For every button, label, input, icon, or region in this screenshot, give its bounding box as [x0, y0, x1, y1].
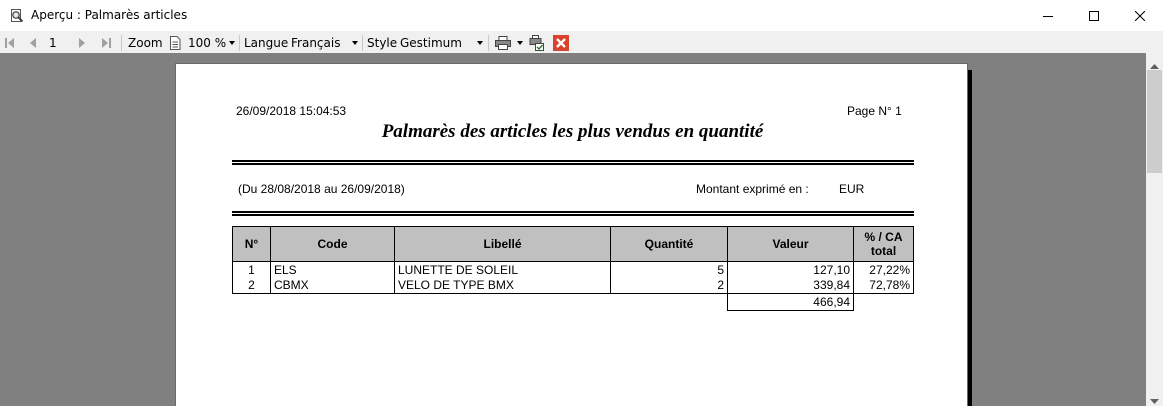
col-header-pct-line2: total: [870, 244, 897, 258]
cell-no: 1: [232, 261, 271, 278]
close-preview-icon[interactable]: [553, 32, 569, 54]
next-page-icon[interactable]: [78, 32, 86, 54]
scrollbar-thumb[interactable]: [1147, 70, 1162, 173]
empty-cell: [271, 294, 395, 311]
first-page-icon[interactable]: [5, 32, 15, 54]
print-setup-icon[interactable]: [529, 32, 545, 54]
total-row: 466,94: [233, 293, 914, 311]
print-dropdown-icon[interactable]: [517, 41, 523, 45]
cell-quantite: 2: [610, 277, 728, 294]
report-period: (Du 28/08/2018 au 26/09/2018): [238, 182, 405, 196]
cell-valeur: 127,10: [727, 261, 854, 278]
last-page-icon[interactable]: [101, 32, 111, 54]
col-header-pct: % / CA total: [853, 226, 914, 262]
style-select[interactable]: Gestimum: [400, 32, 462, 54]
toolbar-separator: [239, 35, 240, 51]
table-row: 1 ELS LUNETTE DE SOLEIL 5 127,10 27,22%: [232, 261, 914, 278]
cell-pct: 72,78%: [853, 277, 914, 294]
preview-viewport: 26/09/2018 15:04:53 Page N° 1 Palmarès d…: [0, 53, 1146, 406]
cell-quantite: 5: [610, 261, 728, 278]
preview-magnifier-icon: [9, 8, 25, 24]
scroll-down-icon[interactable]: [1150, 394, 1159, 406]
zoom-label: Zoom: [128, 36, 163, 50]
cell-libelle: LUNETTE DE SOLEIL: [394, 261, 611, 278]
report-datetime: 26/09/2018 15:04:53: [236, 104, 347, 118]
col-header-libelle: Libellé: [394, 226, 611, 262]
style-dropdown-icon[interactable]: [477, 41, 483, 45]
style-label: Style: [367, 36, 398, 50]
empty-cell: [854, 294, 914, 311]
minimize-button[interactable]: [1025, 0, 1071, 31]
empty-cell: [233, 294, 271, 311]
col-header-pct-line1: % / CA: [864, 230, 903, 244]
maximize-button[interactable]: [1071, 0, 1117, 31]
close-window-button[interactable]: [1117, 0, 1163, 31]
toolbar-separator: [488, 35, 489, 51]
zoom-dropdown-icon[interactable]: [229, 41, 235, 45]
empty-cell: [611, 294, 728, 311]
page-number-field[interactable]: 1: [49, 32, 57, 54]
langue-dropdown-icon[interactable]: [352, 41, 358, 45]
cell-code: ELS: [270, 261, 395, 278]
amount-label: Montant exprimé en :: [696, 182, 809, 196]
report-table: N° Code Libellé Quantité Valeur % / CA to…: [232, 226, 914, 311]
cell-no: 2: [232, 277, 271, 294]
col-header-quantite: Quantité: [610, 226, 728, 262]
toolbar-separator: [362, 35, 363, 51]
cell-code: CBMX: [270, 277, 395, 294]
cell-libelle: VELO DE TYPE BMX: [394, 277, 611, 294]
window-title: Aperçu : Palmarès articles: [31, 8, 188, 22]
report-page-number: Page N° 1: [847, 104, 902, 118]
header-double-rule: [232, 160, 914, 165]
langue-label: Langue: [244, 36, 289, 50]
col-header-code: Code: [270, 226, 395, 262]
zoom-select[interactable]: 100 %: [188, 32, 226, 54]
currency-value: EUR: [839, 182, 865, 196]
cell-valeur: 339,84: [727, 277, 854, 294]
table-header-row: N° Code Libellé Quantité Valeur % / CA to…: [232, 226, 914, 262]
empty-cell: [395, 294, 611, 311]
col-header-valeur: Valeur: [727, 226, 854, 262]
page-zoom-icon: [169, 32, 181, 54]
col-header-no: N°: [232, 226, 271, 262]
printer-icon[interactable]: [495, 32, 511, 54]
previous-page-icon[interactable]: [29, 32, 37, 54]
total-valeur: 466,94: [727, 293, 854, 311]
toolbar: 1 Zoom 100 % Langue Français Style Gesti…: [0, 31, 1163, 53]
subheader-double-rule: [232, 211, 914, 216]
langue-select[interactable]: Français: [291, 32, 340, 54]
table-row: 2 CBMX VELO DE TYPE BMX 2 339,84 72,78%: [232, 277, 914, 294]
title-bar: Aperçu : Palmarès articles: [0, 0, 1163, 31]
report-title: Palmarès des articles les plus vendus en…: [381, 121, 764, 142]
vertical-scrollbar[interactable]: [1146, 53, 1163, 406]
report-page: 26/09/2018 15:04:53 Page N° 1 Palmarès d…: [175, 63, 968, 406]
cell-pct: 27,22%: [853, 261, 914, 278]
toolbar-separator: [121, 35, 122, 51]
